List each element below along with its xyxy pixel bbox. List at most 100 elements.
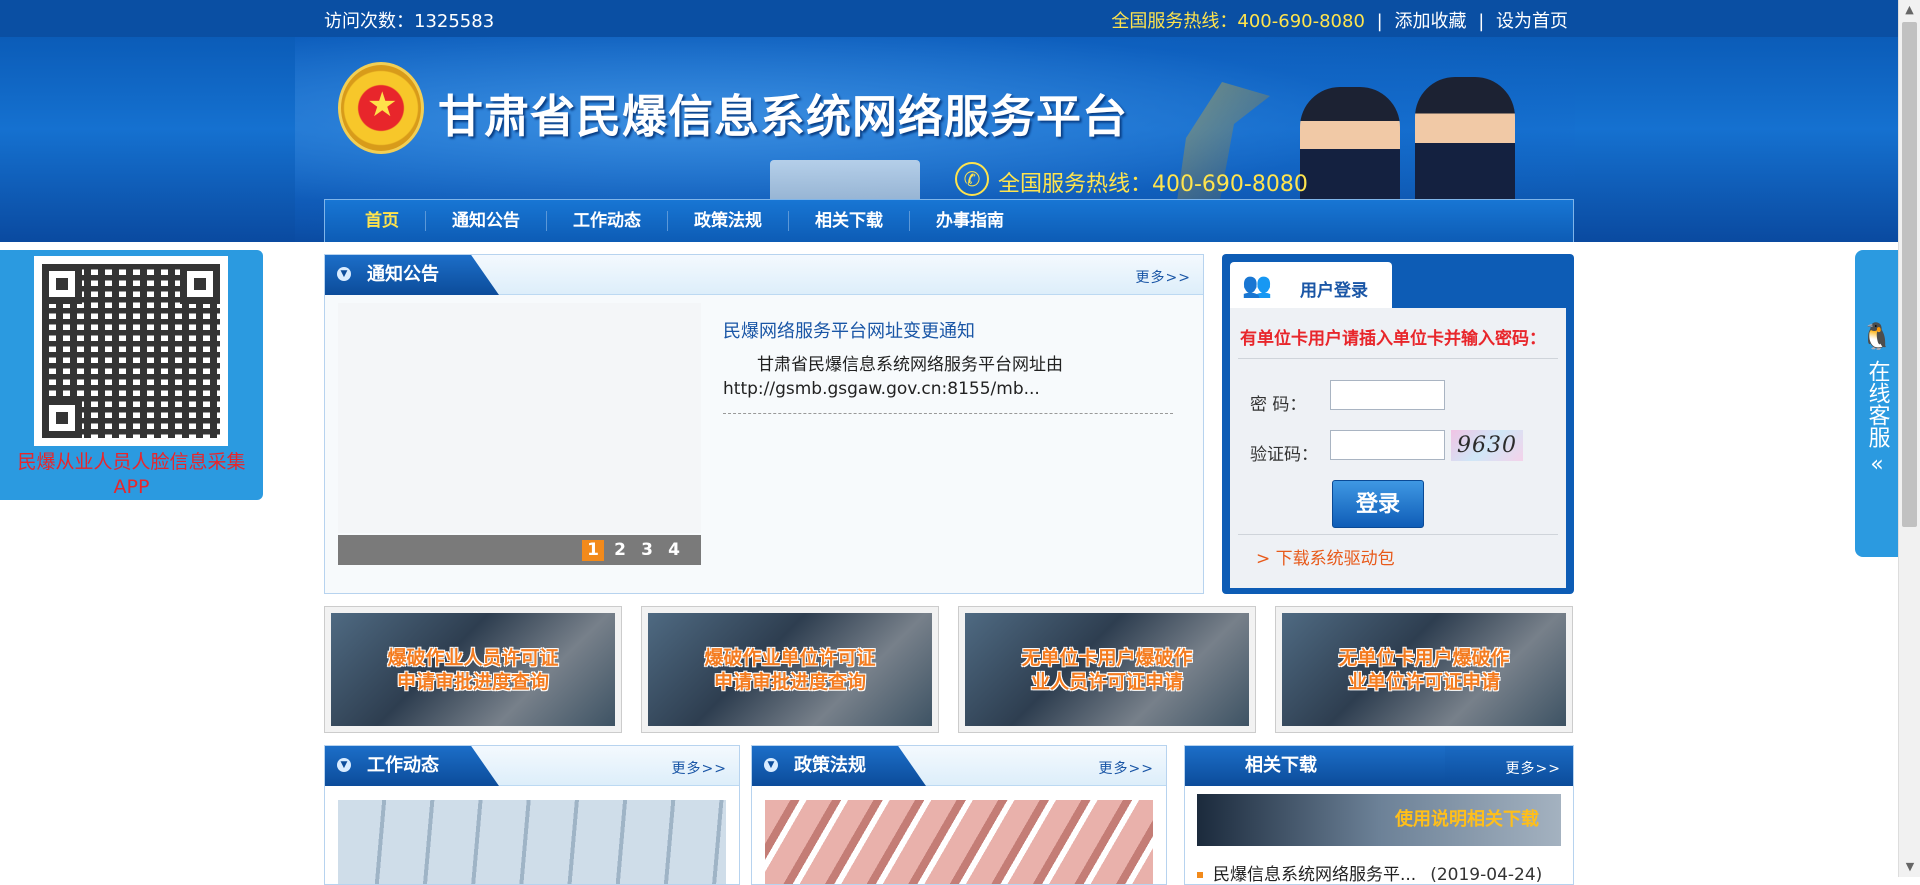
collapse-arrow-icon: «	[1870, 452, 1884, 477]
quick-link-text: 爆破作业单位许可证 申请审批进度查询	[704, 646, 875, 694]
qr-caption: 民爆从业人员人脸信息采集APP	[17, 451, 246, 498]
top-hotline: 全国服务热线：400-690-8080	[1111, 11, 1365, 32]
quick-link-image: 爆破作业人员许可证 申请审批进度查询	[331, 613, 615, 726]
top-links: 全国服务热线：400-690-8080 | 添加收藏 | 设为首页	[1111, 7, 1568, 33]
top-bar: 访问次数：1325583 全国服务热线：400-690-8080 | 添加收藏 …	[0, 0, 1898, 37]
slider-pager: 1 2 3 4	[338, 535, 701, 565]
download-item-date: (2019-04-24)	[1430, 865, 1543, 885]
quick-link-text: 爆破作业人员许可证 申请审批进度查询	[387, 646, 558, 694]
slider-dots: 1 2 3 4	[582, 540, 685, 561]
quick-link-line: 爆破作业单位许可证	[704, 646, 876, 669]
quick-link-line: 爆破作业人员许可证	[387, 646, 559, 669]
work-news-title: ▼ 工作动态	[325, 746, 499, 786]
add-favorite-link[interactable]: 添加收藏	[1394, 11, 1466, 32]
qq-penguin-icon: 🐧	[1860, 322, 1894, 352]
downloads-more-link[interactable]: 更多>>	[1506, 758, 1561, 778]
quick-link-image: 无单位卡用户爆破作 业单位许可证申请	[1282, 613, 1566, 726]
login-panel: 👥 用户登录 有单位卡用户请插入单位卡并输入密码： 密 码： 验证码： 9630…	[1222, 254, 1574, 594]
download-list-item[interactable]: 民爆信息系统网络服务平... (2019-04-24)	[1197, 860, 1543, 885]
policy-panel: ▼ 政策法规 更多>>	[751, 745, 1167, 885]
collapse-icon: ▼	[337, 267, 351, 281]
nav-item-home[interactable]: 首页	[339, 211, 426, 231]
phone-icon: ✆	[955, 162, 989, 196]
downloads-panel: ✉ 相关下载 更多>> 使用说明相关下载 民爆信息系统网络服务平... (2019…	[1184, 745, 1574, 885]
keyboard-image	[338, 800, 726, 884]
nav-item-notices[interactable]: 通知公告	[426, 211, 547, 231]
nav-item-guide[interactable]: 办事指南	[910, 211, 1030, 231]
policy-heading: 政策法规	[794, 755, 866, 776]
quick-link-unit-permit-apply[interactable]: 无单位卡用户爆破作 业单位许可证申请	[1275, 606, 1573, 733]
slider-dot[interactable]: 4	[663, 540, 685, 561]
work-news-more-link[interactable]: 更多>>	[672, 758, 727, 778]
download-driver-link[interactable]: > 下载系统驱动包	[1256, 544, 1395, 569]
nav-item-downloads[interactable]: 相关下载	[789, 211, 910, 231]
quick-link-line: 申请审批进度查询	[396, 670, 549, 693]
online-service-button[interactable]: 🐧 在线客服 «	[1855, 250, 1899, 557]
quick-link-line: 业人员许可证申请	[1030, 670, 1183, 693]
login-tab: 👥 用户登录	[1230, 262, 1392, 308]
quick-link-line: 业单位许可证申请	[1347, 670, 1500, 693]
quick-link-image: 无单位卡用户爆破作 业人员许可证申请	[965, 613, 1249, 726]
login-tab-label: 用户登录	[1300, 281, 1368, 301]
banner-hotline: 全国服务热线：400-690-8080	[998, 172, 1308, 197]
qr-finder	[180, 264, 220, 304]
captcha-field[interactable]	[1330, 430, 1445, 460]
quick-link-text: 无单位卡用户爆破作 业人员许可证申请	[1021, 646, 1192, 694]
login-form: 有单位卡用户请插入单位卡并输入密码： 密 码： 验证码： 9630 登录 > 下…	[1230, 308, 1566, 588]
set-homepage-link[interactable]: 设为首页	[1496, 11, 1568, 32]
main-nav: 首页 通知公告 工作动态 政策法规 相关下载 办事指南	[324, 199, 1574, 242]
password-label: 密 码：	[1250, 395, 1307, 415]
visit-counter: 访问次数：1325583	[324, 11, 495, 32]
top-separator: |	[1478, 11, 1485, 32]
divider	[1238, 358, 1558, 359]
notice-heading: 通知公告	[367, 264, 439, 285]
quick-link-text: 无单位卡用户爆破作 业单位许可证申请	[1338, 646, 1509, 694]
quick-link-personnel-permit-query[interactable]: 爆破作业人员许可证 申请审批进度查询	[324, 606, 622, 733]
login-hint: 有单位卡用户请插入单位卡并输入密码：	[1240, 329, 1546, 349]
policy-title: ▼ 政策法规	[752, 746, 926, 786]
work-news-heading: 工作动态	[367, 755, 439, 776]
slider-dot[interactable]: 2	[609, 540, 631, 561]
collapse-icon: ▼	[337, 758, 351, 772]
site-title: 甘肃省民爆信息系统网络服务平台	[438, 90, 1129, 143]
qr-panel[interactable]: 民爆从业人员人脸信息采集APP	[0, 250, 263, 500]
captcha-label: 验证码：	[1250, 445, 1318, 465]
bullet-icon	[1197, 872, 1203, 878]
slider-dot[interactable]: 3	[636, 540, 658, 561]
nav-item-policy[interactable]: 政策法规	[668, 211, 789, 231]
downloads-banner[interactable]: 使用说明相关下载	[1197, 794, 1561, 846]
slider-dot[interactable]: 1	[582, 540, 604, 561]
qr-finder	[42, 264, 82, 304]
scroll-down-arrow-icon[interactable]: ▼	[1899, 857, 1920, 877]
quick-link-line: 无单位卡用户爆破作	[1338, 646, 1510, 669]
scroll-thumb[interactable]	[1902, 22, 1917, 527]
page-scrollbar[interactable]: ▲ ▼	[1898, 0, 1920, 877]
quick-link-unit-permit-query[interactable]: 爆破作业单位许可证 申请审批进度查询	[641, 606, 939, 733]
downloads-header: ✉ 相关下载 更多>>	[1185, 746, 1573, 786]
notice-image-slider[interactable]	[338, 303, 701, 533]
scroll-up-arrow-icon[interactable]: ▲	[1899, 0, 1920, 20]
quick-link-line: 无单位卡用户爆破作	[1021, 646, 1193, 669]
policy-header: ▼ 政策法规 更多>>	[752, 746, 1166, 786]
notice-article-title[interactable]: 民爆网络服务平台网址变更通知	[723, 317, 975, 343]
notice-article-excerpt: 甘肃省民爆信息系统网络服务平台网址由http://gsmb.gsgaw.gov.…	[723, 353, 1173, 414]
top-separator: |	[1376, 11, 1383, 32]
captcha-image[interactable]: 9630	[1451, 430, 1523, 461]
download-item-title: 民爆信息系统网络服务平...	[1213, 865, 1417, 885]
work-news-header: ▼ 工作动态 更多>>	[325, 746, 739, 786]
qr-finder	[42, 398, 82, 438]
folders-image	[765, 800, 1153, 884]
quick-link-image: 爆破作业单位许可证 申请审批进度查询	[648, 613, 932, 726]
notice-panel-title: ▼ 通知公告	[325, 255, 499, 295]
policy-more-link[interactable]: 更多>>	[1099, 758, 1154, 778]
collapse-icon: ▼	[764, 758, 778, 772]
notice-more-link[interactable]: 更多>>	[1136, 267, 1191, 287]
downloads-heading: 相关下载	[1185, 746, 1445, 786]
quick-link-line: 申请审批进度查询	[713, 670, 866, 693]
login-button[interactable]: 登录	[1332, 480, 1424, 528]
users-icon: 👥	[1242, 271, 1272, 299]
quick-link-personnel-permit-apply[interactable]: 无单位卡用户爆破作 业人员许可证申请	[958, 606, 1256, 733]
qr-code	[34, 256, 228, 446]
nav-item-work-news[interactable]: 工作动态	[547, 211, 668, 231]
password-field[interactable]	[1330, 380, 1445, 410]
